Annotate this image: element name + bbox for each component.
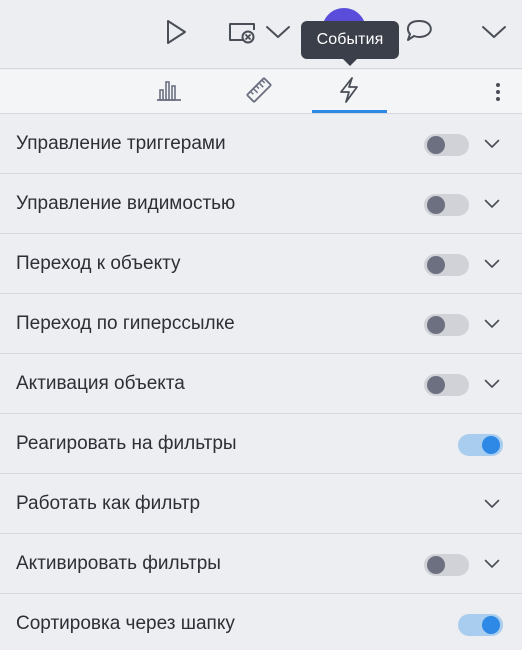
row-label: Сортировка через шапку [16, 613, 235, 634]
chevron-down-icon[interactable] [483, 494, 501, 514]
toggle-switch[interactable] [458, 614, 503, 636]
toggle-switch[interactable] [424, 194, 469, 216]
row-label: Переход по гиперссылке [16, 313, 235, 334]
settings-row[interactable]: Активация объекта [0, 354, 522, 414]
settings-row[interactable]: Управление видимостью [0, 174, 522, 234]
chevron-down-icon[interactable] [480, 20, 508, 44]
row-label: Работать как фильтр [16, 493, 201, 514]
active-tab-indicator [312, 110, 387, 113]
toggle-knob [427, 556, 445, 574]
settings-row[interactable]: Переход к объекту [0, 234, 522, 294]
comment-icon[interactable] [402, 16, 436, 46]
settings-list: Управление триггерами Управление видимост… [0, 114, 522, 650]
chevron-down-icon[interactable] [483, 254, 501, 274]
settings-row[interactable]: Переход по гиперссылке [0, 294, 522, 354]
toggle-switch[interactable] [424, 134, 469, 156]
chevron-down-icon[interactable] [264, 20, 292, 44]
toggle-switch[interactable] [424, 374, 469, 396]
row-label: Активация объекта [16, 373, 185, 394]
row-label: Активировать фильтры [16, 553, 221, 574]
tooltip: События [301, 21, 399, 66]
row-label: Реагировать на фильтры [16, 433, 237, 454]
toggle-knob [482, 616, 500, 634]
row-label: Управление триггерами [16, 133, 226, 154]
settings-row[interactable]: Активировать фильтры [0, 534, 522, 594]
chevron-down-icon[interactable] [483, 194, 501, 214]
toggle-switch[interactable] [424, 554, 469, 576]
chevron-down-icon[interactable] [483, 374, 501, 394]
toggle-knob [482, 436, 500, 454]
toggle-knob [427, 196, 445, 214]
toggle-switch[interactable] [424, 254, 469, 276]
toggle-knob [427, 376, 445, 394]
panel-tabs [0, 70, 522, 114]
chevron-down-icon[interactable] [483, 134, 501, 154]
settings-row[interactable]: Реагировать на фильтры [0, 414, 522, 474]
lightning-icon [336, 76, 362, 109]
row-label: Управление видимостью [16, 193, 236, 214]
toggle-knob [427, 316, 445, 334]
chevron-down-icon[interactable] [483, 314, 501, 334]
toggle-switch[interactable] [424, 314, 469, 336]
toggle-knob [427, 136, 445, 154]
settings-row[interactable]: Работать как фильтр [0, 474, 522, 534]
bar-chart-icon [155, 78, 183, 107]
toggle-switch[interactable] [458, 434, 503, 456]
preview-close-icon[interactable] [226, 18, 260, 46]
more-menu-icon[interactable] [486, 70, 510, 114]
toggle-knob [427, 256, 445, 274]
tooltip-text: События [316, 31, 384, 48]
row-label: Переход к объекту [16, 253, 181, 274]
play-icon[interactable] [162, 18, 190, 46]
top-toolbar: События [0, 0, 522, 69]
settings-row[interactable]: Управление триггерами [0, 114, 522, 174]
chevron-down-icon[interactable] [483, 554, 501, 574]
settings-row[interactable]: Сортировка через шапку [0, 594, 522, 650]
tab-events[interactable] [326, 70, 372, 114]
tab-chart[interactable] [146, 70, 192, 114]
tab-ruler[interactable] [236, 70, 282, 114]
ruler-icon [244, 75, 274, 110]
